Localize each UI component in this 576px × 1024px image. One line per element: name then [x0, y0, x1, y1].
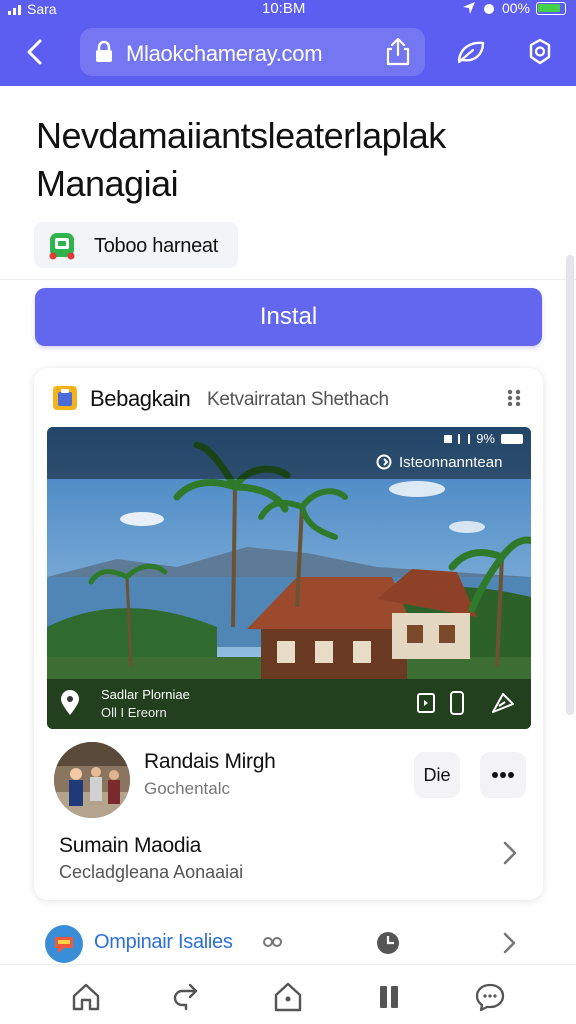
- share-icon[interactable]: [385, 37, 411, 67]
- photo-badge[interactable]: Isteonnanntean: [375, 453, 502, 471]
- house-icon: [274, 982, 302, 1012]
- app-icon: [49, 233, 75, 260]
- link-icon: [263, 937, 282, 947]
- top-bar: Sara 10:BM 00% Mlaokchameray.com: [0, 0, 576, 86]
- photo-status-text: 9%: [476, 431, 495, 446]
- location-arrow-icon: [462, 2, 475, 14]
- nav-pause[interactable]: [369, 979, 409, 1015]
- nav-home[interactable]: [66, 979, 106, 1015]
- leaf-button[interactable]: [451, 34, 491, 70]
- chevron-right-icon[interactable]: [498, 930, 520, 956]
- location-name: Sadlar Plorniae: [101, 687, 190, 702]
- tag-label: Toboo harneat: [94, 235, 218, 257]
- photo-status: 9%: [444, 431, 523, 446]
- home-icon: [72, 983, 100, 1011]
- back-button[interactable]: [18, 34, 50, 70]
- chat-icon: [475, 983, 505, 1012]
- frame-icon: [417, 693, 435, 713]
- redo-icon: [173, 983, 198, 1011]
- location-subtitle: Oll I Ereorn: [101, 705, 167, 720]
- photo-frame-button[interactable]: [412, 689, 440, 717]
- row-title: Sumain Maodia: [59, 834, 202, 857]
- alarm-icon: [483, 4, 494, 14]
- photo-phone-button[interactable]: [443, 689, 471, 717]
- status-left: Sara: [8, 1, 57, 17]
- row-subtitle: Cecladgleana Aonaaiai: [59, 862, 244, 882]
- divider: [0, 279, 576, 280]
- category-tag[interactable]: Toboo harneat: [34, 222, 238, 268]
- photo-send-button[interactable]: [489, 689, 517, 717]
- promo-text[interactable]: Ompinair Isalies: [94, 931, 233, 954]
- phone-icon: [450, 691, 464, 715]
- app-badge-icon: [53, 386, 77, 410]
- avatar-photo: [54, 742, 130, 818]
- signal-icon: [8, 3, 21, 15]
- photo-overlay-top: 9% Isteonnanntean: [47, 427, 531, 479]
- avatar[interactable]: [54, 742, 130, 818]
- card-title: Bebagkain: [90, 386, 191, 411]
- nav-house[interactable]: [268, 979, 308, 1015]
- photo-badge-text: Isteonnanntean: [399, 453, 503, 471]
- card-subtitle: Ketvairratan Shethach: [207, 389, 389, 410]
- status-bar: Sara 10:BM 00%: [0, 0, 576, 20]
- chat-bubble-icon: [55, 937, 73, 953]
- battery-percent: 00%: [501, 0, 530, 16]
- person-action-button[interactable]: Die: [414, 752, 460, 798]
- person-role: Gochentalc: [144, 779, 230, 798]
- drag-icon[interactable]: [504, 386, 524, 410]
- nav-redo[interactable]: [165, 979, 205, 1015]
- scrollbar[interactable]: [566, 255, 574, 715]
- battery-icon: [536, 1, 566, 15]
- resort-photo[interactable]: 9% Isteonnanntean Sadlar Plorniae Oll I …: [47, 427, 531, 729]
- page-title: Nevdamaiiantsleaterlaplak Managiai: [36, 115, 446, 204]
- promo-icon: [45, 925, 83, 963]
- nav-chat[interactable]: [470, 979, 510, 1015]
- lock-icon: [96, 40, 112, 62]
- location-icon[interactable]: [59, 690, 81, 716]
- url-text: Mlaokchameray.com: [126, 41, 323, 66]
- install-button[interactable]: Instal: [35, 288, 542, 346]
- more-button[interactable]: [480, 752, 526, 798]
- photo-overlay-bottom: Sadlar Plorniae Oll I Ereorn: [47, 679, 531, 729]
- chevron-right-icon[interactable]: [498, 838, 522, 868]
- status-time: 10:BM: [262, 0, 306, 17]
- bottom-nav: [0, 964, 576, 1024]
- status-right: 00%: [462, 0, 566, 16]
- url-bar[interactable]: Mlaokchameray.com: [80, 28, 425, 76]
- clock-icon[interactable]: [375, 930, 401, 956]
- person-name: Randais Mirgh: [144, 750, 276, 773]
- carrier-label: Sara: [27, 1, 57, 17]
- settings-button[interactable]: [520, 34, 560, 70]
- refresh-icon: [376, 454, 392, 470]
- more-icon: [492, 772, 514, 778]
- back-icon: [27, 39, 42, 65]
- pause-icon: [380, 986, 398, 1008]
- send-icon: [492, 693, 514, 713]
- settings-icon: [529, 38, 551, 65]
- leaf-icon: [457, 41, 485, 64]
- content-card: Bebagkain Ketvairratan Shethach 9% Isteo…: [34, 368, 543, 900]
